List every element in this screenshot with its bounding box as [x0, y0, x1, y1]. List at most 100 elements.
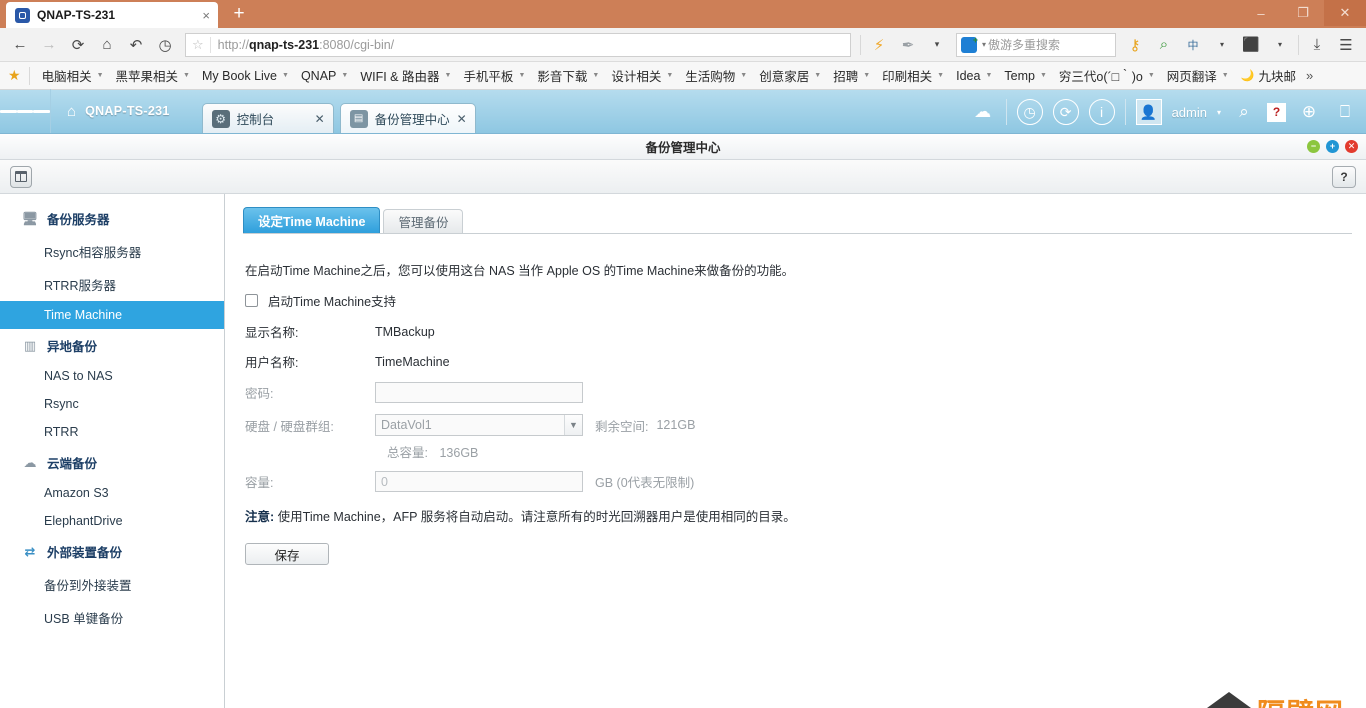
sidebar-item-rtrr[interactable]: RTRR [0, 418, 224, 446]
notes-icon[interactable]: ⬛ [1237, 31, 1265, 59]
forward-icon[interactable]: → [35, 31, 63, 59]
close-window-icon[interactable]: ✕ [1324, 0, 1366, 26]
search-placeholder: 傲游多重搜索 [988, 38, 1061, 52]
maximize-icon[interactable]: ❐ [1282, 0, 1324, 26]
history-icon[interactable]: ◷ [151, 31, 179, 59]
volume-row: 硬盘 / 硬盘群组: DataVol1 ▼ 剩余空间: 121GB [245, 414, 1366, 436]
cloud-icon[interactable]: ☁ [970, 99, 996, 125]
tab-manage-backup[interactable]: 管理备份 [383, 209, 464, 233]
tab-setup-time-machine[interactable]: 设定Time Machine [243, 207, 381, 233]
back-icon[interactable]: ← [6, 31, 34, 59]
chevron-down-icon[interactable]: ▾ [923, 31, 951, 59]
plug-icon[interactable]: ✒ [894, 31, 922, 59]
reload-icon[interactable]: ⟳ [64, 31, 92, 59]
bookmark-item[interactable]: 网页翻译 ▼ [1161, 65, 1235, 87]
sidebar-item-rtrr-server[interactable]: RTRR服务器 [0, 268, 224, 301]
bookmark-item[interactable]: WIFI & 路由器 ▼ [354, 65, 457, 87]
sidebar-group-remote-backup[interactable]: ▥ 异地备份 [0, 329, 224, 362]
lightning-icon[interactable]: ⚡ [865, 31, 893, 59]
new-tab-button[interactable]: + [226, 1, 252, 27]
browser-menu-icon[interactable]: ☰ [1332, 31, 1360, 59]
bookmark-star-icon[interactable]: ☆ [192, 37, 204, 53]
help-button[interactable]: ? [1332, 165, 1356, 188]
sidebar-item-nas-to-nas[interactable]: NAS to NAS [0, 362, 224, 390]
qnap-tab-backup-center[interactable]: ▤ 备份管理中心 ✕ [339, 103, 476, 133]
bookmark-item[interactable]: 创意家居 ▼ [753, 65, 827, 87]
bookmark-item[interactable]: 招聘 ▼ [827, 65, 876, 87]
search-input[interactable]: ▾ 傲游多重搜索 [956, 32, 1116, 57]
bookmark-item[interactable]: 影音下载 ▼ [531, 65, 605, 87]
bookmarks-overflow-icon[interactable]: » [1302, 68, 1317, 83]
chevron-down-icon[interactable]: ▾ [1266, 31, 1294, 59]
cloud-icon: ☁ [23, 454, 37, 470]
key-icon[interactable]: ⚷ [1121, 31, 1149, 59]
app-maximize-button[interactable]: + [1326, 140, 1339, 153]
enable-time-machine-row[interactable]: 启动Time Machine支持 [245, 291, 1366, 310]
close-icon[interactable]: ✕ [315, 112, 325, 126]
enable-time-machine-checkbox[interactable] [245, 294, 258, 307]
app-minimize-button[interactable]: − [1307, 140, 1320, 153]
hamburger-icon[interactable] [0, 89, 51, 133]
save-button[interactable]: 保存 [245, 543, 329, 565]
favorites-star-icon[interactable]: ★ [4, 67, 29, 84]
capacity-field[interactable]: 0 [375, 471, 583, 492]
sidebar-item-amazon-s3[interactable]: Amazon S3 [0, 479, 224, 507]
chevron-down-icon[interactable]: ▼ [564, 415, 582, 435]
backup-icon: ▤ [349, 109, 368, 128]
panel-toggle-icon[interactable] [10, 165, 32, 188]
sidebar-item-usb-one-touch-backup[interactable]: USB 单键备份 [0, 601, 224, 634]
help-icon[interactable]: ? [1267, 102, 1286, 122]
bookmark-item[interactable]: 生活购物 ▼ [679, 65, 753, 87]
server-icon: 🖥 [21, 210, 39, 226]
bookmark-item[interactable]: QNAP ▼ [295, 65, 354, 87]
chevron-down-icon[interactable]: ▾ [982, 40, 986, 49]
bookmark-item[interactable]: 印刷相关 ▼ [876, 65, 950, 87]
bookmark-label: 穷三代o(´□｀)o [1058, 70, 1143, 84]
volume-select[interactable]: DataVol1 ▼ [375, 414, 583, 436]
download-icon[interactable]: ⤓ [1303, 31, 1331, 59]
app-close-button[interactable]: ✕ [1345, 140, 1358, 153]
sidebar-item-backup-to-external[interactable]: 备份到外接装置 [0, 568, 224, 601]
bookmark-item[interactable]: Temp ▼ [998, 65, 1053, 87]
address-bar[interactable]: ☆ http://qnap-ts-231:8080/cgi-bin/ [185, 32, 851, 57]
sidebar-group-backup-server[interactable]: 🖥 备份服务器 [0, 202, 224, 235]
sidebar-group-label: 外部装置备份 [47, 546, 123, 560]
avatar[interactable]: 👤 [1135, 99, 1162, 125]
chevron-down-icon[interactable]: ▾ [1217, 108, 1221, 117]
sidebar-item-rsync[interactable]: Rsync [0, 390, 224, 418]
qnap-tab-label: 备份管理中心 [374, 113, 450, 127]
bookmark-item[interactable]: 黑苹果相关 ▼ [110, 65, 196, 87]
sidebar-item-rsync-server[interactable]: Rsync相容服务器 [0, 235, 224, 268]
ime-icon[interactable]: 中 [1179, 31, 1207, 59]
bookmark-item[interactable]: 🌙 九块邮 [1235, 65, 1302, 87]
undo-icon[interactable]: ↶ [122, 31, 150, 59]
bookmark-item[interactable]: 电脑相关 ▼ [36, 65, 110, 87]
bookmark-item[interactable]: 设计相关 ▼ [605, 65, 679, 87]
clock-icon[interactable]: ◷ [1016, 99, 1043, 125]
browser-tab[interactable]: QNAP-TS-231 × [6, 2, 218, 28]
sidebar-item-time-machine[interactable]: Time Machine [0, 301, 224, 329]
close-icon[interactable]: × [202, 8, 210, 23]
globe-icon[interactable]: ⊕ [1296, 99, 1322, 125]
home-icon[interactable]: ⌂ [93, 31, 121, 59]
search-icon[interactable]: ⌕ [1231, 99, 1257, 125]
minimize-icon[interactable]: – [1240, 0, 1282, 26]
bookmark-item[interactable]: 穷三代o(´□｀)o ▼ [1053, 65, 1161, 87]
user-name-value: TimeMachine [375, 354, 450, 369]
magnifier-green-icon[interactable]: ⌕ [1150, 31, 1178, 59]
info-icon[interactable]: i [1088, 99, 1115, 125]
chevron-down-icon: ▼ [1147, 72, 1155, 79]
display-icon[interactable]: ⎕ [1332, 99, 1358, 125]
bookmark-item[interactable]: 手机平板 ▼ [457, 65, 531, 87]
sidebar-group-cloud-backup[interactable]: ☁ 云端备份 [0, 446, 224, 479]
bookmark-item[interactable]: Idea ▼ [950, 65, 998, 87]
sidebar-item-elephantdrive[interactable]: ElephantDrive [0, 507, 224, 535]
sync-icon[interactable]: ⟳ [1052, 99, 1079, 125]
close-icon[interactable]: ✕ [457, 112, 467, 126]
chevron-down-icon[interactable]: ▾ [1208, 31, 1236, 59]
sidebar-group-external-device-backup[interactable]: ⇄ 外部装置备份 [0, 535, 224, 568]
qnap-tab-control-panel[interactable]: ⚙ 控制台 ✕ [201, 103, 334, 133]
qnap-home-button[interactable]: ⌂ QNAP-TS-231 [51, 89, 196, 133]
bookmark-item[interactable]: My Book Live ▼ [196, 65, 295, 87]
password-field[interactable] [375, 382, 583, 403]
